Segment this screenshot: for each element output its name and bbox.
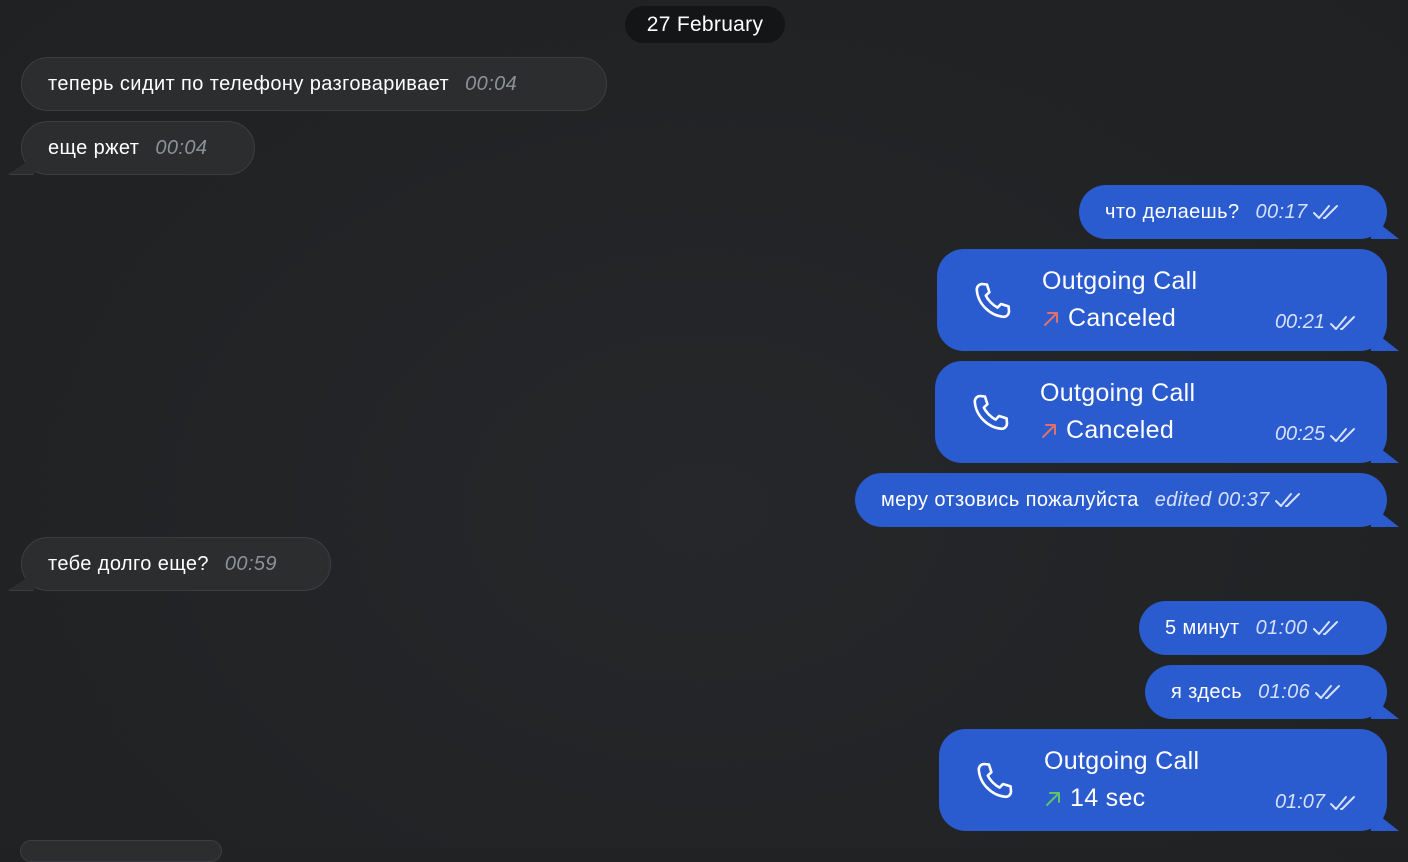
message-time: 00:37 <box>1217 488 1270 511</box>
message-time: 00:59 <box>224 552 277 575</box>
double-check-icon <box>1312 205 1338 219</box>
double-check-icon <box>1330 315 1355 330</box>
message-text: еще ржет <box>48 136 140 159</box>
outgoing-message[interactable]: меру отзовись пожалуйста edited 00:37 <box>855 473 1387 527</box>
outgoing-message[interactable]: 5 минут 01:00 <box>1139 601 1387 655</box>
double-check-icon <box>1330 427 1355 442</box>
message-time: 00:21 <box>1274 311 1325 333</box>
phone-icon <box>975 282 1011 319</box>
outgoing-call-message[interactable]: Outgoing Call 14 sec 01:07 <box>939 729 1387 831</box>
message-time: 01:06 <box>1258 680 1311 703</box>
message-text: что делаешь? <box>1105 200 1240 223</box>
double-check-icon <box>1274 493 1300 507</box>
incoming-message[interactable]: еще ржет 00:04 <box>21 121 255 175</box>
message-time: 00:17 <box>1255 200 1308 223</box>
call-title: Outgoing Call <box>1042 267 1198 295</box>
outgoing-call-message[interactable]: Outgoing Call Canceled 00:21 <box>937 249 1387 351</box>
edited-label: edited <box>1154 488 1212 511</box>
message-time: 01:07 <box>1274 791 1325 813</box>
call-title: Outgoing Call <box>1044 747 1200 775</box>
double-check-icon <box>1330 795 1355 810</box>
message-time: 00:25 <box>1274 423 1325 445</box>
message-text: я здесь <box>1171 680 1243 703</box>
arrow-up-right-icon <box>1044 311 1058 326</box>
call-status: Canceled <box>1068 304 1177 332</box>
arrow-up-right-icon <box>1046 791 1060 806</box>
date-separator: 27 February <box>625 6 785 43</box>
call-title: Outgoing Call <box>1040 379 1196 407</box>
double-check-icon <box>1315 685 1341 699</box>
message-time: 00:04 <box>155 136 208 159</box>
incoming-message[interactable]: теперь сидит по телефону разговаривает 0… <box>21 57 607 111</box>
message-text: тебе долго еще? <box>48 552 209 575</box>
phone-icon <box>977 762 1013 799</box>
call-status: 14 sec <box>1070 784 1146 812</box>
message-text: меру отзовись пожалуйста <box>881 488 1139 511</box>
outgoing-call-message[interactable]: Outgoing Call Canceled 00:25 <box>935 361 1387 463</box>
message-time: 01:00 <box>1255 616 1308 639</box>
message-text: теперь сидит по телефону разговаривает <box>48 72 450 95</box>
phone-icon <box>973 394 1009 431</box>
incoming-message[interactable]: тебе долго еще? 00:59 <box>21 537 331 591</box>
double-check-icon <box>1312 621 1338 635</box>
outgoing-message[interactable]: что делаешь? 00:17 <box>1079 185 1387 239</box>
call-status: Canceled <box>1066 416 1175 444</box>
incoming-message-partial[interactable] <box>20 840 222 862</box>
outgoing-message[interactable]: я здесь 01:06 <box>1145 665 1387 719</box>
message-time: 00:04 <box>465 72 518 95</box>
message-text: 5 минут <box>1165 616 1240 639</box>
arrow-up-right-icon <box>1042 423 1056 438</box>
